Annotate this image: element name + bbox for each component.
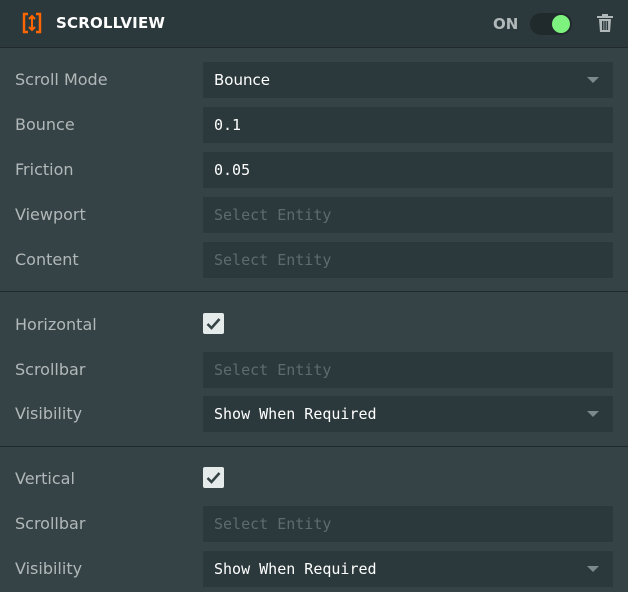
trash-icon[interactable] xyxy=(597,14,613,32)
vertical-visibility-label: Visibility xyxy=(15,559,83,578)
friction-input[interactable]: 0.05 xyxy=(203,152,613,188)
section-divider xyxy=(0,291,628,292)
viewport-label: Viewport xyxy=(15,205,86,224)
scroll-mode-label: Scroll Mode xyxy=(15,70,108,89)
friction-row: Friction 0.05 xyxy=(0,152,628,188)
chevron-down-icon xyxy=(587,411,599,417)
viewport-row: Viewport Select Entity xyxy=(0,197,628,233)
vertical-label: Vertical xyxy=(15,469,75,488)
content-placeholder: Select Entity xyxy=(214,251,332,269)
scroll-mode-value: Bounce xyxy=(214,71,270,89)
content-row: Content Select Entity xyxy=(0,242,628,278)
horizontal-label: Horizontal xyxy=(15,315,97,334)
horizontal-row: Horizontal xyxy=(0,307,628,343)
horizontal-visibility-row: Visibility Show When Required xyxy=(0,396,628,432)
content-entity-picker[interactable]: Select Entity xyxy=(203,242,613,278)
vertical-checkbox[interactable] xyxy=(203,467,224,488)
content-label: Content xyxy=(15,250,79,269)
panel-header: SCROLLVIEW ON xyxy=(0,0,628,48)
horizontal-scrollbar-picker[interactable]: Select Entity xyxy=(203,352,613,388)
horizontal-scrollbar-placeholder: Select Entity xyxy=(214,361,332,379)
vertical-scrollbar-row: Scrollbar Select Entity xyxy=(0,506,628,542)
toggle-label: ON xyxy=(493,15,519,33)
chevron-down-icon xyxy=(587,566,599,572)
scroll-mode-select[interactable]: Bounce xyxy=(203,62,613,98)
scrollview-icon xyxy=(22,12,42,34)
component-title: SCROLLVIEW xyxy=(56,14,166,32)
friction-value: 0.05 xyxy=(214,161,251,179)
vertical-visibility-value: Show When Required xyxy=(214,560,377,578)
vertical-visibility-select[interactable]: Show When Required xyxy=(203,551,613,587)
section-divider xyxy=(0,446,628,447)
checkmark-icon xyxy=(206,472,221,484)
vertical-visibility-row: Visibility Show When Required xyxy=(0,551,628,587)
friction-label: Friction xyxy=(15,160,74,179)
horizontal-scrollbar-label: Scrollbar xyxy=(15,360,86,379)
toggle-knob xyxy=(552,15,570,33)
bounce-input[interactable]: 0.1 xyxy=(203,107,613,143)
vertical-scrollbar-label: Scrollbar xyxy=(15,514,86,533)
horizontal-visibility-value: Show When Required xyxy=(214,405,377,423)
horizontal-scrollbar-row: Scrollbar Select Entity xyxy=(0,352,628,388)
horizontal-checkbox[interactable] xyxy=(203,313,224,334)
vertical-scrollbar-picker[interactable]: Select Entity xyxy=(203,506,613,542)
viewport-entity-picker[interactable]: Select Entity xyxy=(203,197,613,233)
bounce-value: 0.1 xyxy=(214,116,242,134)
horizontal-visibility-label: Visibility xyxy=(15,404,83,423)
chevron-down-icon xyxy=(587,77,599,83)
vertical-scrollbar-placeholder: Select Entity xyxy=(214,515,332,533)
scrollview-panel: SCROLLVIEW ON Scroll Mode Bounce Bounce … xyxy=(0,0,628,592)
scroll-mode-row: Scroll Mode Bounce xyxy=(0,62,628,98)
bounce-label: Bounce xyxy=(15,115,75,134)
viewport-placeholder: Select Entity xyxy=(214,206,332,224)
checkmark-icon xyxy=(206,318,221,330)
enabled-toggle[interactable] xyxy=(530,13,572,35)
vertical-row: Vertical xyxy=(0,461,628,497)
horizontal-visibility-select[interactable]: Show When Required xyxy=(203,396,613,432)
bounce-row: Bounce 0.1 xyxy=(0,107,628,143)
